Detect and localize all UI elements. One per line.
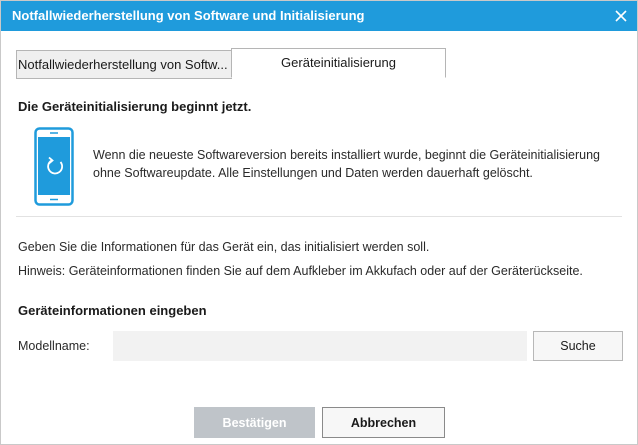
page-headline: Die Geräteinitialisierung beginnt jetzt.	[18, 99, 252, 114]
close-icon	[615, 10, 627, 22]
tab-bar: Notfallwiederherstellung von Softw... Ge…	[16, 48, 622, 79]
confirm-button[interactable]: Bestätigen	[194, 407, 315, 438]
divider	[16, 216, 622, 217]
hint-text: Hinweis: Geräteinformationen finden Sie …	[18, 264, 583, 278]
tab-software-recovery[interactable]: Notfallwiederherstellung von Softw...	[16, 50, 232, 79]
close-button[interactable]	[609, 4, 633, 28]
cancel-button[interactable]: Abbrechen	[322, 407, 445, 438]
window-title: Notfallwiederherstellung von Software un…	[12, 8, 365, 23]
dialog-window: Notfallwiederherstellung von Software un…	[0, 0, 638, 445]
title-bar: Notfallwiederherstellung von Software un…	[1, 1, 637, 31]
search-button[interactable]: Suche	[533, 331, 623, 361]
instruction-text: Geben Sie die Informationen für das Gerä…	[18, 240, 430, 254]
tab-device-initialization[interactable]: Geräteinitialisierung	[231, 48, 446, 78]
device-info-title: Geräteinformationen eingeben	[18, 303, 207, 318]
model-name-label: Modellname:	[18, 339, 90, 353]
phone-refresh-icon	[34, 127, 74, 206]
model-name-input[interactable]	[113, 331, 527, 361]
description-text: Wenn die neueste Softwareversion bereits…	[93, 148, 600, 180]
